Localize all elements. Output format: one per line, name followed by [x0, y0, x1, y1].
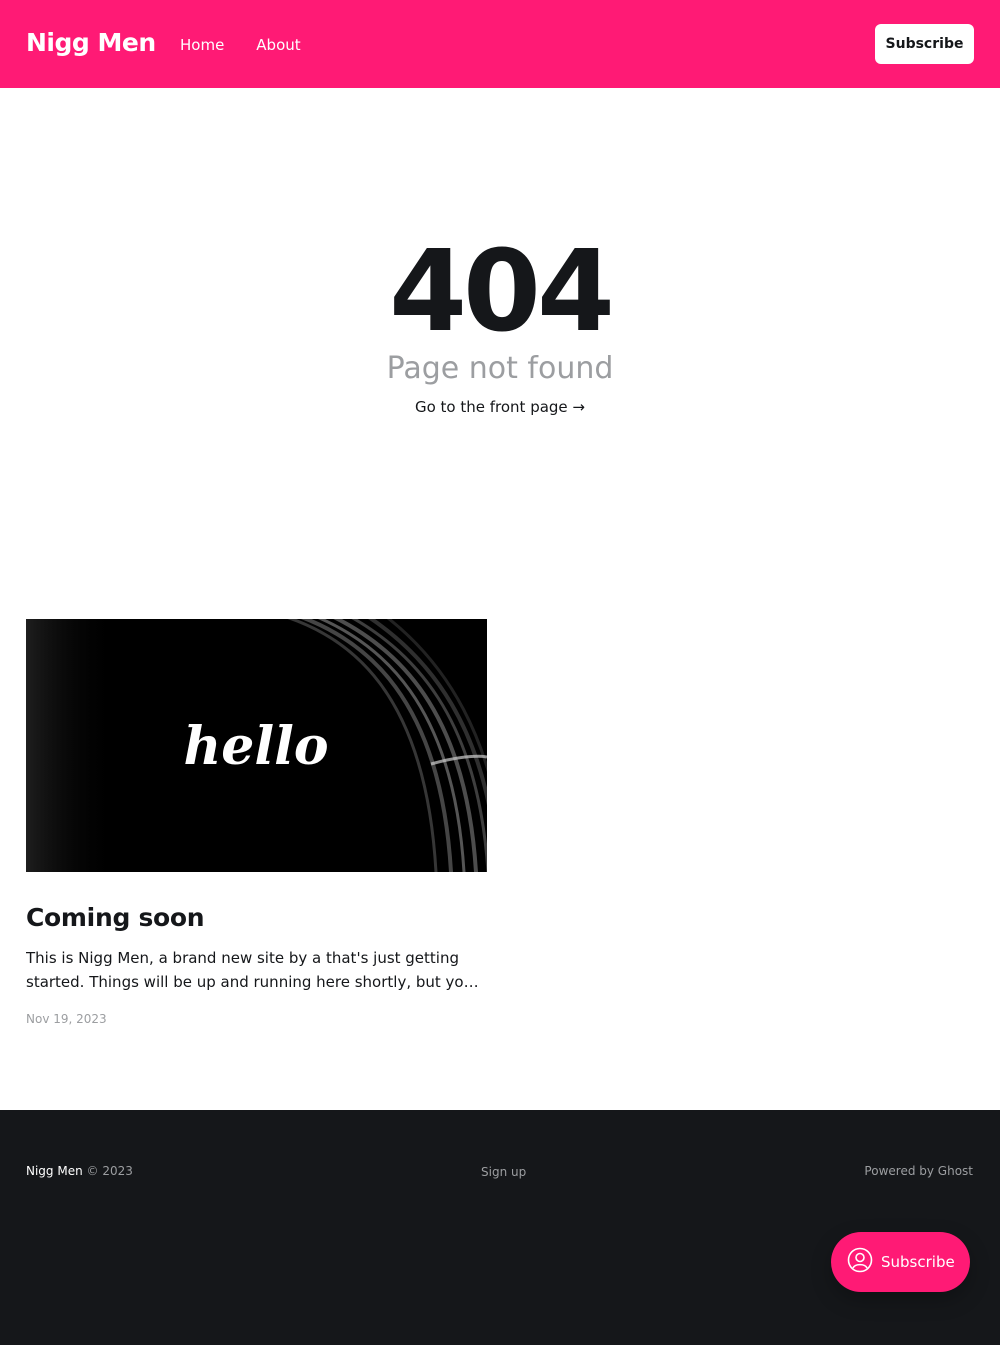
site-logo[interactable]: Nigg Men	[26, 26, 156, 60]
portal-subscribe-label: Subscribe	[881, 1253, 955, 1271]
user-circle-icon	[847, 1247, 873, 1277]
site-footer: Nigg Men © 2023 Sign up Powered by Ghost	[0, 1110, 1000, 1345]
error-code: 404	[389, 227, 615, 357]
post-excerpt: This is Nigg Men, a brand new site by a …	[26, 949, 474, 991]
post-image-text: hello	[183, 716, 328, 777]
front-page-link[interactable]: Go to the front page →	[0, 396, 1000, 418]
post-feature-image[interactable]: hello	[26, 619, 487, 872]
site-header: Nigg Men Home About Subscribe	[0, 0, 1000, 88]
post-date: Nov 19, 2023	[26, 1012, 107, 1026]
error-description: Page not found	[386, 351, 614, 386]
post-title[interactable]: Coming soon	[26, 900, 496, 936]
portal-subscribe-button[interactable]: Subscribe	[831, 1232, 970, 1292]
subscribe-button[interactable]: Subscribe	[875, 24, 974, 64]
footer-signup-link[interactable]: Sign up	[481, 1163, 526, 1181]
powered-by-link[interactable]: Powered by Ghost	[864, 1162, 973, 1180]
footer-copyright: Nigg Men © 2023	[26, 1162, 133, 1180]
nav-item-about[interactable]: About	[256, 34, 300, 56]
footer-site-link[interactable]: Nigg Men	[26, 1164, 83, 1178]
footer-copyright-text: © 2023	[86, 1164, 133, 1178]
main-nav: Home About	[180, 34, 301, 56]
nav-item-home[interactable]: Home	[180, 34, 224, 56]
